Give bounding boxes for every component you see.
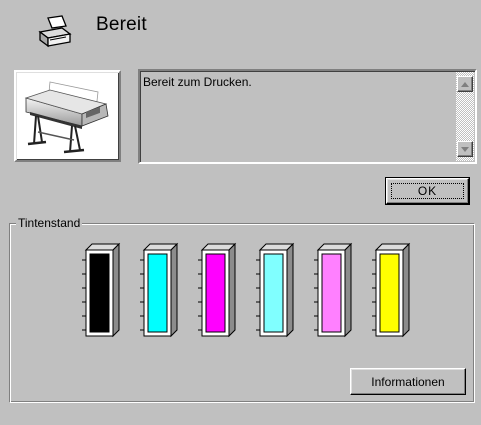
information-button-label: Informationen [371,374,445,389]
scroll-up-button[interactable] [457,76,473,92]
printer-picture [14,70,121,162]
ink-level-legend: Tintenstand [16,216,83,230]
vertical-scrollbar[interactable] [456,72,474,161]
ink-level-fill-cyan [147,253,168,333]
ink-cartridge-light-magenta [314,242,353,338]
ink-cartridge-magenta [198,242,237,338]
ink-cartridge-black [82,242,121,338]
status-message-text: Bereit zum Drucken. [143,75,252,89]
status-message-box[interactable]: Bereit zum Drucken. [138,69,477,164]
ink-level-fill-black [89,253,110,333]
scroll-down-button[interactable] [457,141,473,157]
information-button[interactable]: Informationen [350,368,466,395]
ink-cartridges [82,242,411,338]
ink-cartridge-yellow [372,242,411,338]
ink-level-fill-magenta [205,253,226,333]
ok-button[interactable]: OK [385,177,470,205]
ink-level-fill-light-cyan [263,253,284,333]
status-title: Bereit [96,14,147,35]
ink-level-fill-light-magenta [321,253,342,333]
printer-icon [36,12,76,52]
arrow-down-icon [461,146,469,152]
large-format-printer-icon [24,81,109,154]
ink-cartridge-cyan [140,242,179,338]
ink-cartridge-light-cyan [256,242,295,338]
arrow-up-icon [461,81,469,87]
ink-level-fill-yellow [379,253,400,333]
